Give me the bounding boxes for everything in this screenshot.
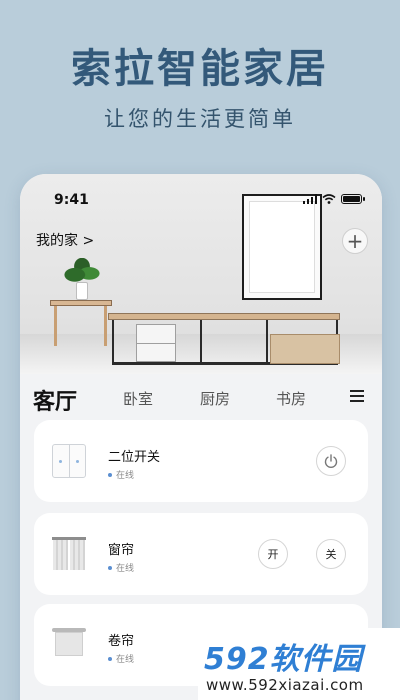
tab-bedroom[interactable]: 卧室 <box>123 388 153 409</box>
roller-blind-icon <box>52 628 86 662</box>
device-card-switch[interactable]: 二位开关 在线 <box>34 420 368 502</box>
curtain-icon <box>52 537 86 571</box>
room-hero-image: 9:41 我的家 > + <box>20 174 382 374</box>
promo-subtitle: 让您的生活更简单 <box>104 107 296 131</box>
device-card-curtain[interactable]: 窗帘 在线 开 关 <box>34 513 368 595</box>
status-time: 9:41 <box>54 192 89 208</box>
device-status: 在线 <box>108 561 134 574</box>
power-icon <box>324 454 338 468</box>
watermark-brand: 592软件园 <box>204 642 363 677</box>
home-selector[interactable]: 我的家 > <box>36 230 94 250</box>
device-name: 二位开关 <box>108 450 161 465</box>
double-switch-icon <box>52 444 86 478</box>
plant-pot <box>76 282 88 300</box>
room-menu-icon[interactable] <box>350 390 364 402</box>
watermark-url: www.592xiazai.com <box>206 676 364 694</box>
tab-study[interactable]: 书房 <box>276 388 306 409</box>
device-name: 窗帘 <box>108 543 135 558</box>
picture-frame-decoration <box>242 194 322 300</box>
tab-kitchen[interactable]: 厨房 <box>200 388 230 409</box>
promo-title: 索拉智能家居 <box>71 46 329 92</box>
battery-icon <box>341 194 365 204</box>
online-dot <box>108 656 112 661</box>
add-device-button[interactable]: + <box>342 228 368 254</box>
status-icons <box>302 194 365 204</box>
tab-living-room[interactable]: 客厅 <box>33 384 77 416</box>
signal-icon <box>302 194 317 204</box>
cabinet-leg <box>200 320 202 365</box>
curtain-open-button[interactable]: 开 <box>258 539 288 569</box>
power-button[interactable] <box>316 446 346 476</box>
storage-box <box>270 334 340 364</box>
phone-screen: 9:41 我的家 > + 客厅 卧室 厨房 书房 二位开关 在线 窗帘 在线 开… <box>20 174 382 700</box>
watermark: 592软件园 www.592xiazai.com <box>198 628 400 700</box>
device-status: 在线 <box>108 468 134 481</box>
cabinet-leg <box>266 320 268 365</box>
device-status-text: 在线 <box>116 564 135 574</box>
wifi-icon <box>322 194 336 204</box>
device-status-text: 在线 <box>116 655 135 665</box>
crate-decoration <box>136 324 176 362</box>
curtain-close-button[interactable]: 关 <box>316 539 346 569</box>
device-status: 在线 <box>108 652 134 665</box>
online-dot <box>108 472 112 477</box>
device-name: 卷帘 <box>108 634 135 649</box>
stool-leg <box>104 306 107 346</box>
cabinet-decoration <box>108 313 340 320</box>
cabinet-leg <box>112 320 114 365</box>
stool-decoration <box>50 300 112 306</box>
online-dot <box>108 565 112 570</box>
stool-leg <box>54 306 57 346</box>
device-status-text: 在线 <box>116 471 135 481</box>
